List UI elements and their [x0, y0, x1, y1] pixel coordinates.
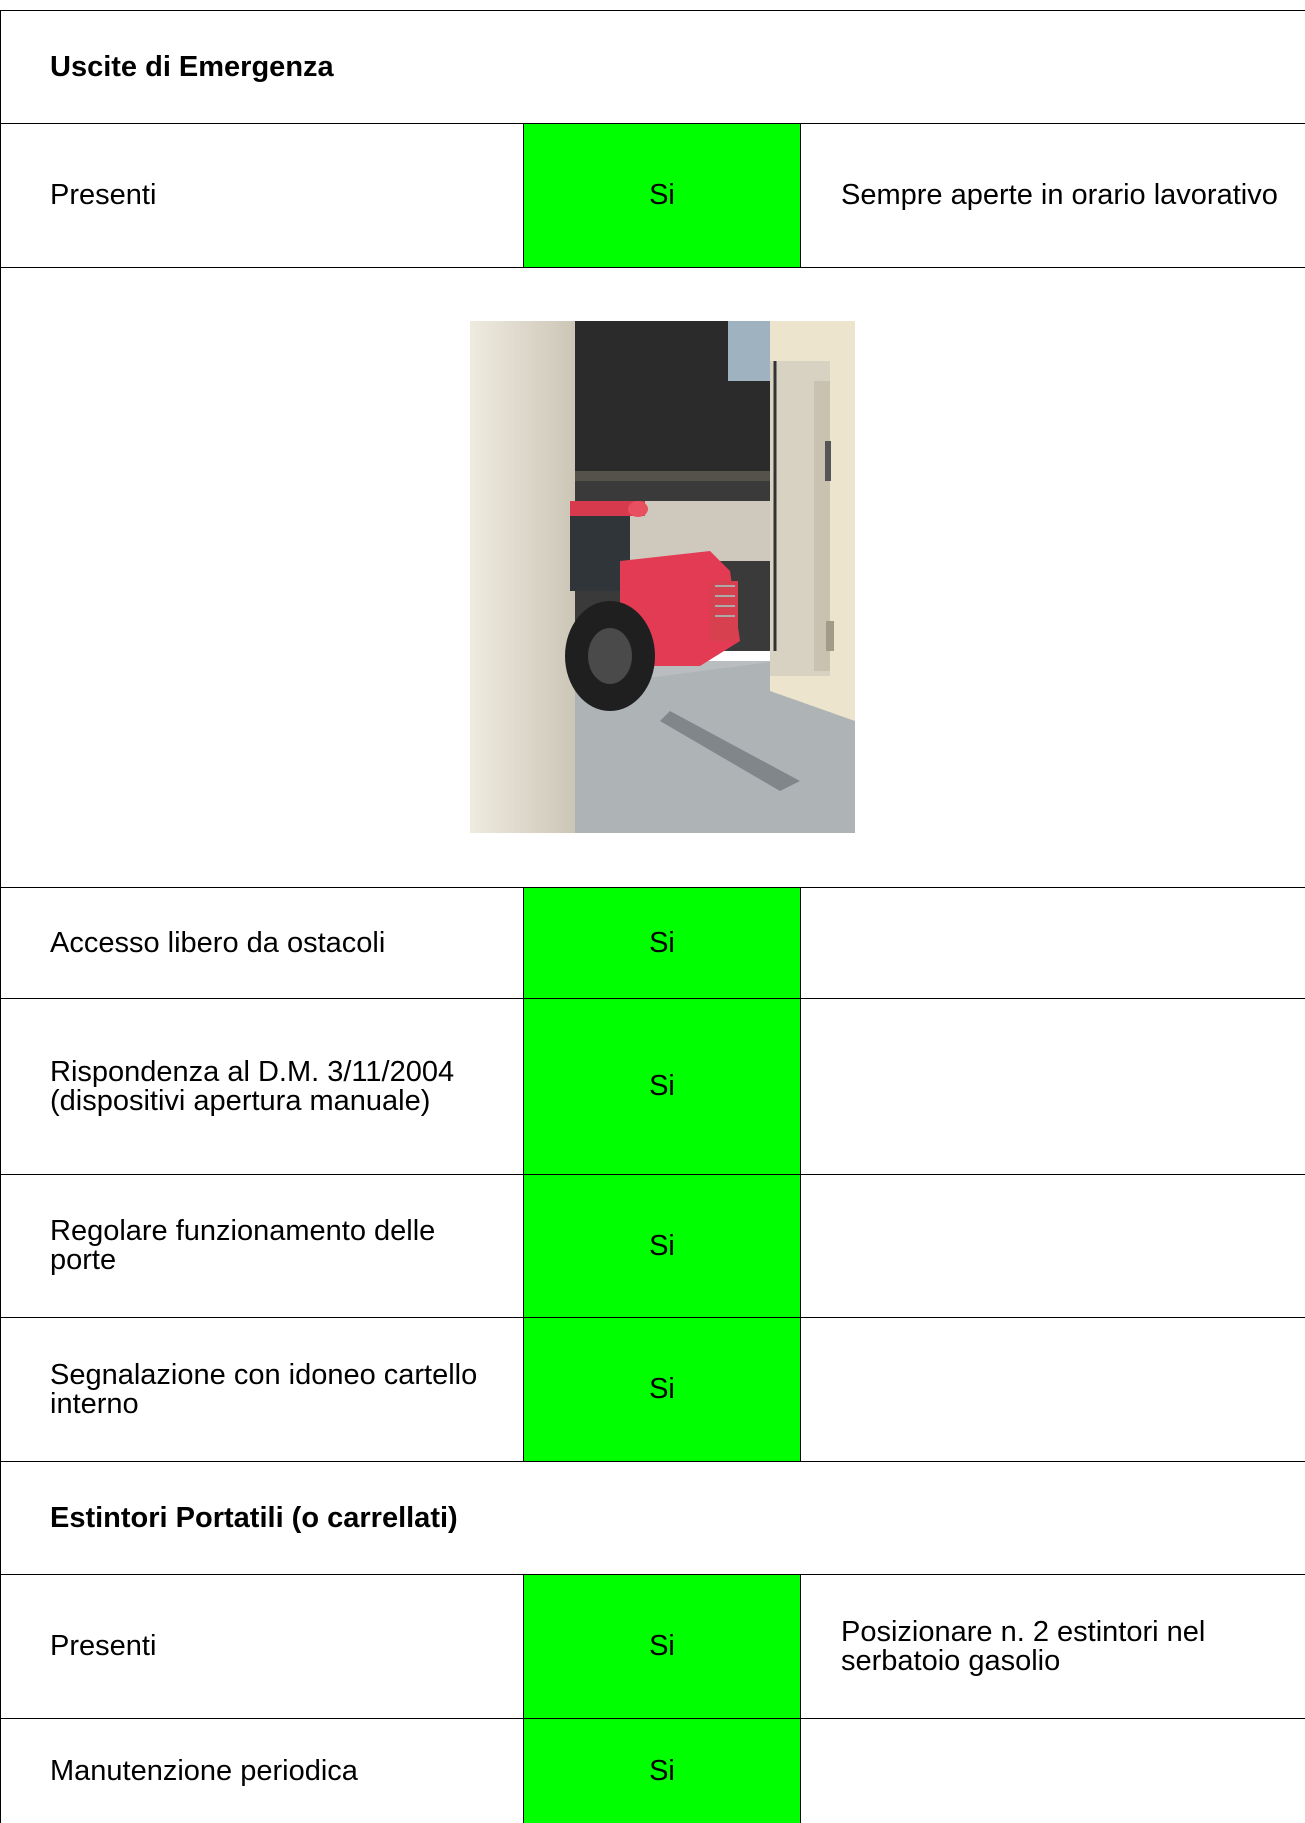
status-cell: Si	[523, 1318, 801, 1461]
row-label: Regolare funzionamento delle porte	[50, 1215, 436, 1276]
row-label: Manutenzione periodica	[50, 1754, 358, 1787]
row-note: Sempre aperte in orario lavorativo	[841, 179, 1278, 211]
section-title: Uscite di Emergenza	[50, 50, 334, 83]
status-cell: Si	[523, 1575, 801, 1718]
status-cell: Si	[523, 999, 801, 1174]
table-row: Presenti Si Posizionare n. 2 estintori n…	[0, 1574, 1305, 1718]
row-note	[801, 1719, 1305, 1823]
table-row: Regolare funzionamento delle porte Si	[0, 1174, 1305, 1317]
row-label: Rispondenza al D.M. 3/11/2004 (dispositi…	[50, 1055, 455, 1117]
table-row: Segnalazione con idoneo cartello interno…	[0, 1317, 1305, 1461]
table-row: Accesso libero da ostacoli Si	[0, 887, 1305, 998]
row-note: Posizionare n. 2 estintori nel serbatoio…	[841, 1615, 1206, 1677]
section-header-emergency-exits: Uscite di Emergenza	[0, 10, 1305, 123]
section-header-extinguishers: Estintori Portatili (o carrellati)	[0, 1461, 1305, 1574]
row-label: Segnalazione con idoneo cartello interno	[50, 1358, 478, 1420]
row-note	[801, 1318, 1305, 1461]
table-row: Presenti Si Sempre aperte in orario lavo…	[0, 123, 1305, 267]
status-cell: Si	[523, 1175, 801, 1317]
table-row: Manutenzione periodica Si	[0, 1718, 1305, 1823]
table-row: Rispondenza al D.M. 3/11/2004 (dispositi…	[0, 998, 1305, 1174]
row-note	[801, 1175, 1305, 1317]
status-cell: Si	[523, 124, 801, 267]
row-label: Accesso libero da ostacoli	[50, 926, 386, 959]
row-note	[801, 888, 1305, 998]
row-label: Presenti	[50, 179, 157, 211]
photo-cell	[0, 268, 1305, 887]
photo-row	[0, 267, 1305, 887]
section-title: Estintori Portatili (o carrellati)	[50, 1501, 458, 1534]
row-note	[801, 999, 1305, 1174]
emergency-exit-photo	[470, 321, 855, 833]
row-label: Presenti	[50, 1630, 157, 1662]
status-cell: Si	[523, 1719, 801, 1823]
status-cell: Si	[523, 888, 801, 998]
